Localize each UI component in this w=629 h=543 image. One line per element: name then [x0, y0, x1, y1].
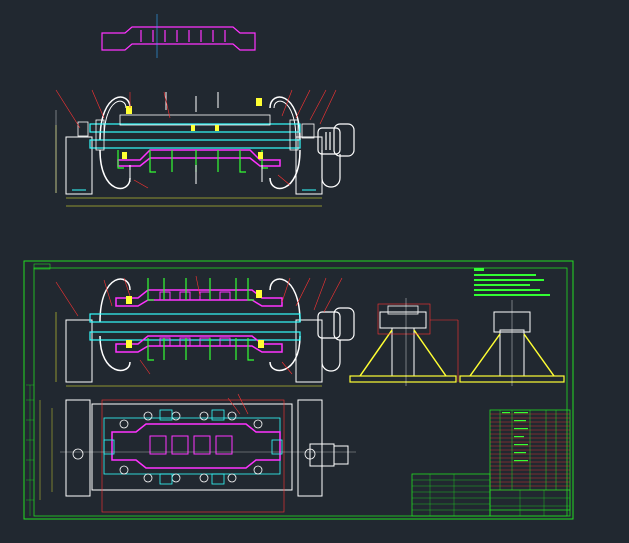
top-part-sketch [101, 14, 256, 58]
cad-drawing-canvas[interactable] [0, 0, 629, 543]
side-view-stand [349, 298, 459, 386]
plan-view [39, 393, 356, 513]
technical-notes-block [474, 268, 550, 296]
upper-assembly-elevation [55, 89, 355, 207]
parts-list-table [411, 409, 571, 517]
motor-icon [317, 123, 355, 188]
motor-icon [317, 307, 355, 372]
motor-icon [309, 443, 349, 467]
sheet-front-elevation [55, 275, 355, 387]
end-view-stand [459, 300, 565, 386]
